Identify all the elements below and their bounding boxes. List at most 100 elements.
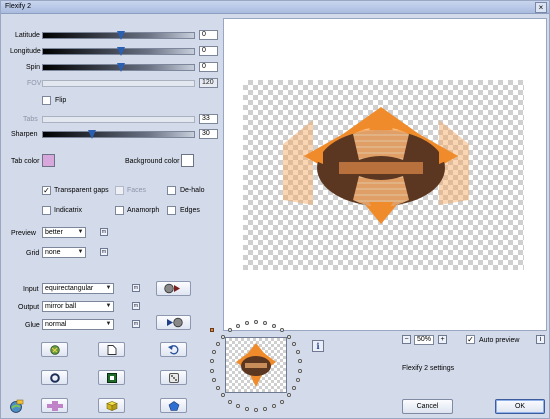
glue-help-button[interactable]: m — [132, 320, 140, 328]
ring-dot — [297, 368, 302, 373]
ring-dot — [228, 399, 233, 404]
auto-preview-label: Auto preview — [479, 337, 520, 344]
grid-label: Grid — [26, 250, 40, 257]
play-icon — [167, 317, 183, 328]
dice-button[interactable] — [160, 370, 187, 385]
auto-preview-checkbox[interactable]: ✓ — [466, 335, 475, 344]
input-label: Input — [23, 286, 39, 293]
sharpen-label: Sharpen — [11, 131, 38, 138]
longitude-slider[interactable] — [42, 47, 195, 56]
gem-icon — [168, 400, 179, 411]
preview-quality-label: Preview — [11, 230, 36, 237]
sharpen-slider-thumb[interactable] — [88, 130, 96, 139]
background-color-label: Background color — [125, 158, 180, 165]
zoom-level: 50% — [414, 335, 434, 345]
thumbnail-image — [236, 343, 276, 387]
ring-dot — [295, 350, 300, 355]
settings-name: Flexify 2 settings — [402, 365, 455, 372]
output-projection-select[interactable]: mirror ball ▼ — [42, 301, 114, 312]
cube-icon — [105, 400, 118, 411]
glue-label: Glue — [25, 322, 40, 329]
plus-shape-button[interactable] — [41, 398, 68, 413]
swap-input-output-button[interactable] — [156, 281, 191, 296]
flip-checkbox[interactable] — [42, 96, 51, 105]
ring-dot — [292, 342, 297, 346]
longitude-slider-thumb[interactable] — [117, 47, 125, 56]
ring-dot — [221, 334, 226, 339]
glue-select[interactable]: normal ▼ — [42, 319, 114, 330]
new-page-button[interactable] — [98, 342, 125, 357]
auto-preview-help-button[interactable]: i — [536, 335, 545, 344]
spin-slider-thumb[interactable] — [117, 63, 125, 72]
ring-dot — [254, 320, 258, 324]
ok-button[interactable]: OK — [495, 399, 545, 414]
de-halo-label: De-halo — [180, 187, 205, 194]
zoom-in-button[interactable]: + — [438, 335, 447, 344]
randomize-button[interactable] — [41, 342, 68, 357]
chevron-down-icon: ▼ — [105, 321, 112, 327]
output-help-button[interactable]: m — [132, 302, 140, 310]
checkmark-icon: ✓ — [467, 335, 474, 344]
background-color-swatch[interactable] — [181, 154, 194, 167]
sharpen-slider[interactable] — [42, 130, 195, 139]
grid-select[interactable]: none ▼ — [42, 247, 86, 258]
ring-dot — [228, 328, 233, 333]
checkmark-icon: ✓ — [43, 186, 50, 195]
chevron-down-icon: ▼ — [105, 303, 112, 309]
anamorph-checkbox[interactable] — [115, 206, 124, 215]
tabs-field[interactable]: 33 — [199, 114, 218, 124]
gem-button[interactable] — [160, 398, 187, 413]
input-projection-select[interactable]: equirectangular ▼ — [42, 283, 114, 294]
longitude-field[interactable]: 0 — [199, 46, 218, 56]
sharpen-field[interactable]: 30 — [199, 129, 218, 139]
tabs-label: Tabs — [23, 116, 38, 123]
preview-quality-select[interactable]: better ▼ — [42, 227, 86, 238]
flexify-window: Flexify 2 × Latitude 0 Longitude 0 Spin … — [0, 0, 550, 419]
ring-dot — [215, 342, 220, 346]
input-help-button[interactable]: m — [132, 284, 140, 292]
info-button[interactable]: i — [312, 340, 324, 352]
edges-checkbox[interactable] — [167, 206, 176, 215]
close-button[interactable]: × — [535, 2, 547, 13]
ring-dot — [279, 399, 284, 404]
indicatrix-label: Indicatrix — [54, 207, 83, 214]
indicatrix-checkbox[interactable] — [42, 206, 51, 215]
ring-dot — [263, 407, 268, 412]
ring-handle[interactable] — [210, 328, 214, 332]
tabs-slider — [42, 116, 195, 123]
spin-slider[interactable] — [42, 63, 195, 72]
globe-icon — [49, 344, 60, 355]
de-halo-checkbox[interactable] — [167, 186, 176, 195]
grid-help-button[interactable]: m — [100, 248, 108, 256]
latitude-field[interactable]: 0 — [199, 30, 218, 40]
rewind-icon — [164, 283, 180, 294]
cancel-button[interactable]: Cancel — [402, 399, 453, 414]
thumbnail-navigator[interactable] — [225, 337, 287, 393]
tab-color-swatch[interactable] — [42, 154, 55, 167]
transparent-gaps-checkbox[interactable]: ✓ — [42, 186, 51, 195]
longitude-label: Longitude — [10, 48, 41, 55]
square-button[interactable] — [98, 370, 125, 385]
ring-dot — [244, 320, 249, 325]
preset-icon[interactable] — [8, 399, 25, 414]
cube-button[interactable] — [98, 398, 125, 413]
spin-label: Spin — [26, 64, 41, 71]
chevron-down-icon: ▼ — [77, 249, 84, 255]
fov-slider — [42, 80, 195, 87]
output-projection-value: mirror ball — [45, 303, 77, 310]
ring-button[interactable] — [41, 370, 68, 385]
fov-field: 120 — [199, 78, 218, 88]
anamorph-label: Anamorph — [127, 207, 160, 214]
ring-dot — [236, 323, 241, 328]
ring-dot — [244, 407, 249, 412]
undo-button[interactable] — [160, 342, 187, 357]
latitude-slider[interactable] — [42, 31, 195, 40]
grid-value: none — [45, 249, 61, 256]
zoom-out-button[interactable]: − — [402, 335, 411, 344]
ring-dot — [297, 359, 302, 364]
play-forward-button[interactable] — [156, 315, 191, 330]
preview-quality-help-button[interactable]: m — [100, 228, 108, 236]
latitude-slider-thumb[interactable] — [117, 31, 125, 40]
spin-field[interactable]: 0 — [199, 62, 218, 72]
ring-dot — [254, 408, 258, 412]
